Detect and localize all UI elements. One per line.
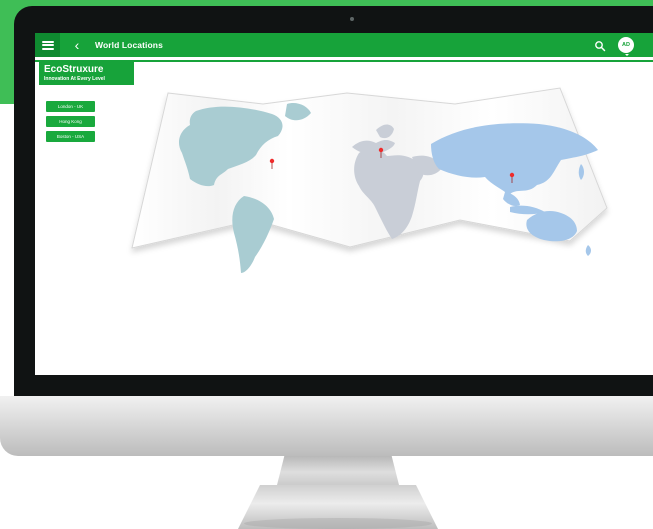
app-header: ‹ World Locations AD <box>35 33 653 57</box>
hamburger-menu-icon <box>41 40 54 50</box>
chevron-down-icon <box>625 54 629 56</box>
logo-tagline: Innovation At Every Level <box>44 76 105 82</box>
location-list: London - UK Hong Kong Boston - USA <box>46 101 95 146</box>
monitor-chin <box>0 396 653 456</box>
monitor-stand-neck <box>277 456 399 485</box>
logo-brand: EcoStruxure <box>44 64 104 75</box>
location-pin-icon <box>269 158 275 164</box>
search-button[interactable] <box>594 39 606 52</box>
location-pin-icon <box>378 147 384 153</box>
location-button-boston[interactable]: Boston - USA <box>46 131 95 142</box>
search-icon <box>595 41 606 52</box>
page-title: World Locations <box>95 40 163 50</box>
south-america <box>232 196 274 273</box>
back-button[interactable]: ‹ <box>71 37 83 53</box>
menu-button[interactable] <box>35 33 60 57</box>
location-button-hong-kong[interactable]: Hong Kong <box>46 116 95 127</box>
world-map <box>131 87 608 273</box>
location-button-london[interactable]: London - UK <box>46 101 95 112</box>
new-zealand <box>585 245 591 256</box>
location-pin-icon <box>509 172 515 178</box>
user-avatar[interactable]: AD <box>618 37 634 53</box>
ecostruxure-logo: EcoStruxure Innovation At Every Level <box>39 62 134 85</box>
app-screen: ‹ World Locations AD EcoStruxure Innovat… <box>35 33 653 375</box>
stand-shadow <box>244 518 432 529</box>
desktop-monitor-scene: ‹ World Locations AD EcoStruxure Innovat… <box>0 0 653 529</box>
camera-icon <box>350 17 354 21</box>
